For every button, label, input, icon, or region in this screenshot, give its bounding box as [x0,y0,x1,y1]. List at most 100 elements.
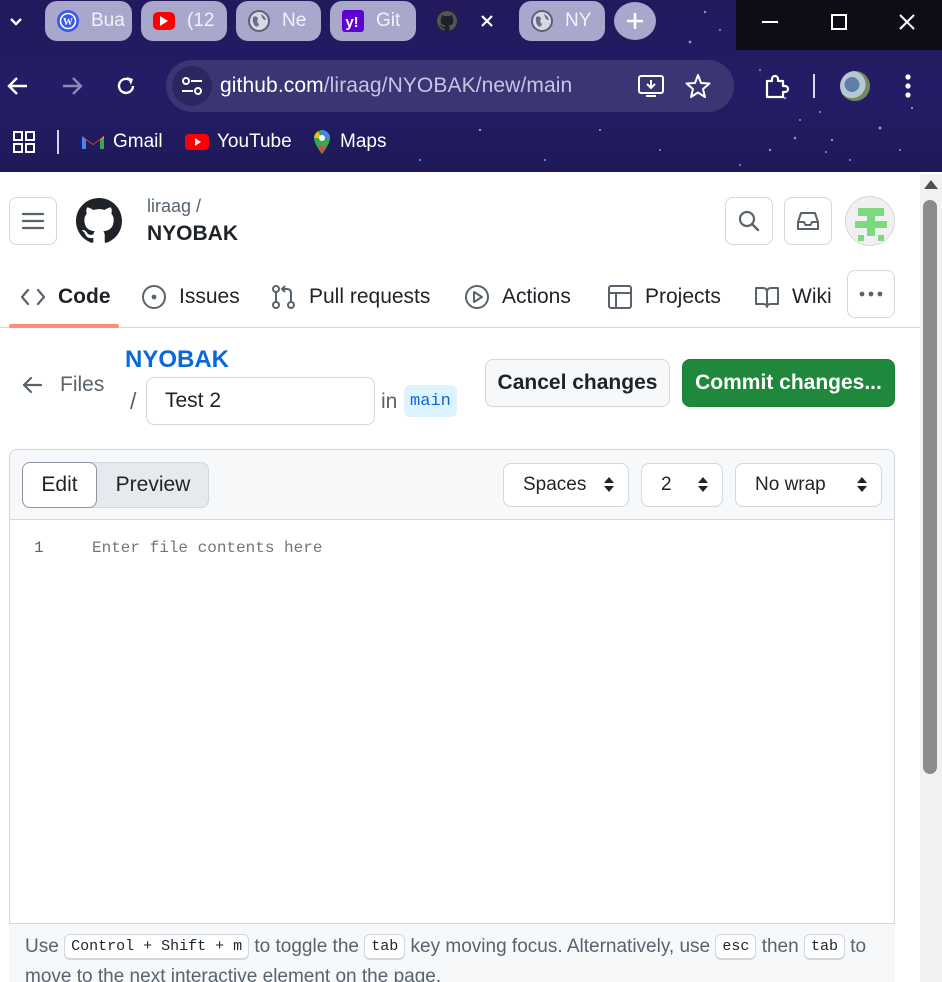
maximize-button[interactable] [805,0,874,44]
tab-strip: W Bua (12 Ne y! Git NY [0,0,942,50]
indent-mode-select[interactable]: Spaces [503,463,629,507]
close-icon [899,14,916,30]
indent-size-value: 2 [661,474,672,495]
files-label: Files [60,373,105,396]
tab-issues[interactable]: Issues [141,268,240,326]
play-icon [465,285,489,309]
code-icon [20,288,46,306]
scrollbar-thumb[interactable] [923,200,937,774]
browser-tab-active[interactable] [424,1,512,41]
minimize-button[interactable] [736,0,805,44]
browser-tab[interactable]: W Bua [45,1,132,41]
apps-grid-icon [13,131,35,153]
close-window-button[interactable] [873,0,942,44]
install-app-icon[interactable] [638,74,664,98]
filename-input[interactable] [146,377,375,425]
bookmarks-separator [57,130,59,154]
svg-text:W: W [63,17,73,28]
kbd-toggle-shortcut: Control + Shift + m [64,933,250,960]
youtube-icon [185,133,209,151]
site-info-button[interactable] [172,66,212,106]
tab-actions[interactable]: Actions [464,268,571,326]
profile-avatar[interactable] [840,71,870,101]
table-icon [608,285,632,309]
browser-tab[interactable]: Ne [236,1,321,41]
toolbar-separator [813,74,815,98]
bookmark-gmail[interactable]: Gmail [81,128,163,156]
selected-tab-indicator [9,324,119,328]
global-nav-menu-button[interactable] [9,197,57,245]
browser-tab[interactable]: y! Git [330,1,416,41]
close-tab-icon[interactable] [480,14,494,28]
files-back-button[interactable]: Files [22,370,104,400]
tab-search-button[interactable] [2,8,30,36]
bookmark-label: Maps [340,131,387,152]
tab-title: Git [376,10,401,31]
bookmark-star-icon[interactable] [685,73,711,99]
select-caret-icon [604,475,614,495]
browser-menu-button[interactable] [890,66,926,106]
url-host: github.com [220,74,324,97]
globe-icon [531,10,553,32]
editor-placeholder: Enter file contents here [92,539,323,557]
select-caret-icon [698,475,708,495]
tab-wiki[interactable]: Wiki [754,268,832,326]
kebab-horizontal-icon [859,291,883,297]
edit-preview-toggle: Edit Preview [22,462,209,508]
tab-edit[interactable]: Edit [22,462,97,508]
tab-pull-requests[interactable]: Pull requests [271,268,430,326]
code-input-area[interactable]: 1 Enter file contents here [10,520,894,982]
tab-label: Pull requests [309,285,431,308]
forward-button[interactable] [54,66,90,106]
line-number: 1 [34,539,44,557]
page-scrollbar[interactable] [920,174,942,982]
line-wrap-select[interactable]: No wrap [735,463,882,507]
tab-title: Ne [282,10,307,31]
globe-icon [248,10,270,32]
user-avatar[interactable] [845,196,895,246]
apps-button[interactable] [12,128,36,156]
identicon-icon [846,197,894,245]
breadcrumb-repo-link[interactable]: NYOBAK [125,346,229,374]
more-nav-button[interactable] [847,270,895,318]
search-icon [738,210,760,232]
book-icon [755,287,779,308]
browser-chrome: W Bua (12 Ne y! Git NY github.com/liraag… [0,0,942,172]
tab-label: Actions [502,285,571,308]
repo-owner-link[interactable]: liraag / [147,196,201,217]
hint-text: then [756,936,804,957]
indent-mode-value: Spaces [523,474,587,495]
tab-preview[interactable]: Preview [97,463,209,507]
search-button[interactable] [725,197,773,245]
tab-code[interactable]: Code [20,268,111,326]
bookmark-label: Gmail [113,131,163,152]
github-logo-icon[interactable] [76,198,122,244]
tab-projects[interactable]: Projects [607,268,721,326]
arrow-left-icon [22,376,42,394]
bookmark-label: YouTube [217,131,292,152]
indent-size-select[interactable]: 2 [641,463,723,507]
yahoo-icon: y! [342,10,364,32]
puzzle-icon [765,74,789,99]
bookmark-maps[interactable]: Maps [312,128,386,156]
back-button[interactable] [0,66,36,106]
keyboard-hint: Use Control + Shift + m to toggle the ta… [9,923,895,982]
inbox-button[interactable] [784,197,832,245]
tab-title: (12 [187,10,215,31]
kbd-tab: tab [364,933,406,960]
kbd-esc: esc [715,933,757,960]
address-bar[interactable]: github.com/liraag/NYOBAK/new/main [166,60,734,112]
reload-button[interactable] [108,66,144,106]
hint-text: key moving focus. Alternatively, use [405,936,716,957]
arrow-left-icon [7,77,27,95]
scroll-up-arrow-icon[interactable] [924,180,938,189]
tune-icon [182,77,202,95]
browser-tab[interactable]: NY [519,1,605,41]
browser-tab[interactable]: (12 [141,1,227,41]
cancel-changes-button[interactable]: Cancel changes [485,359,670,407]
bookmark-youtube[interactable]: YouTube [185,128,292,156]
commit-changes-button[interactable]: Commit changes... [682,359,895,407]
extensions-button[interactable] [758,66,794,106]
repo-name-link[interactable]: NYOBAK [147,222,238,246]
new-tab-button[interactable] [614,2,656,40]
